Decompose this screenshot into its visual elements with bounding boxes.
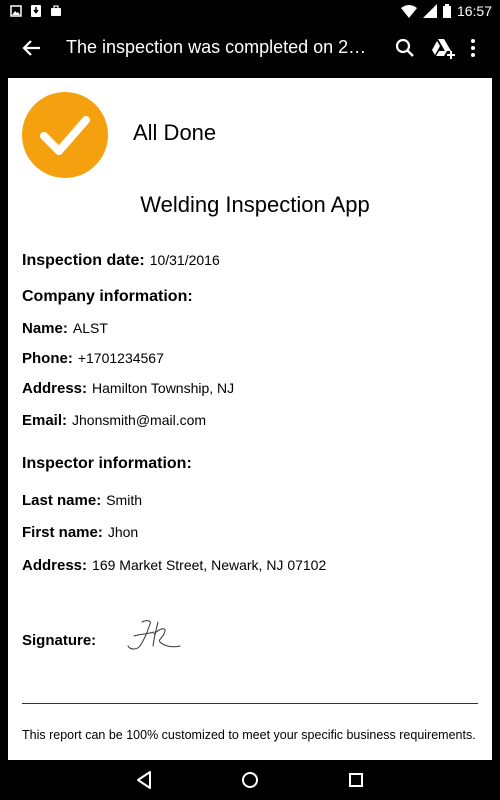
image-icon — [10, 5, 22, 17]
home-circle-icon[interactable] — [238, 768, 262, 792]
company-email-value: Jhonsmith@mail.com — [72, 412, 207, 428]
inspector-last-name-value: Smith — [106, 492, 142, 508]
inspector-heading: Inspector information: — [22, 455, 192, 472]
inspector-first-name-row: First name: Jhon — [22, 524, 138, 541]
completion-status: All Done — [133, 120, 217, 145]
divider — [22, 703, 478, 704]
drive-add-icon[interactable] — [430, 36, 456, 60]
footer-note: This report can be 100% customized to me… — [22, 728, 476, 742]
back-triangle-icon[interactable] — [132, 768, 156, 792]
status-bar: 16:57 — [0, 0, 500, 24]
recents-square-icon[interactable] — [344, 768, 368, 792]
inspector-address-row: Address: 169 Market Street, Newark, NJ 07… — [22, 557, 326, 574]
inspector-first-name-value: Jhon — [107, 524, 139, 540]
company-name-row: Name: ALST — [22, 320, 108, 337]
company-phone-row: Phone: +1701234567 — [22, 350, 164, 367]
back-arrow-icon[interactable] — [20, 36, 44, 60]
company-name-value: ALST — [72, 320, 108, 336]
report-title: Welding Inspection App — [140, 192, 370, 217]
download-icon — [31, 5, 41, 17]
search-icon[interactable] — [393, 36, 417, 60]
company-email-row: Email: Jhonsmith@mail.com — [22, 412, 206, 429]
company-address-row: Address: Hamilton Township, NJ — [22, 380, 234, 397]
company-phone-label: Phone: — [22, 350, 73, 367]
company-address-label: Address: — [22, 380, 88, 397]
inspection-date-value: 10/31/2016 — [149, 252, 220, 268]
app-bar: The inspection was completed on 2016... — [0, 24, 500, 72]
company-address-value: Hamilton Township, NJ — [92, 380, 235, 396]
more-vert-icon[interactable] — [466, 36, 480, 60]
cellular-icon — [422, 4, 437, 18]
signature-image — [127, 620, 181, 650]
inspector-first-name-label: First name: — [22, 524, 103, 541]
company-heading: Company information: — [22, 288, 193, 305]
inspection-date-row: Inspection date: 10/31/2016 — [22, 252, 220, 270]
navigation-bar — [0, 760, 500, 800]
company-name-label: Name: — [22, 320, 68, 337]
briefcase-icon — [51, 5, 61, 16]
app-title: The inspection was completed on 2016... — [66, 37, 376, 57]
inspection-report-page: All Done Welding Inspection App Inspecti… — [8, 78, 492, 760]
battery-icon — [442, 4, 451, 18]
inspector-last-name-row: Last name: Smith — [22, 492, 142, 509]
status-time: 16:57 — [456, 3, 492, 19]
signature-label: Signature: — [22, 632, 97, 649]
company-email-label: Email: — [22, 412, 68, 429]
inspection-date-label: Inspection date: — [22, 252, 145, 269]
company-phone-value: +1701234567 — [77, 350, 164, 366]
inspector-address-value: 169 Market Street, Newark, NJ 07102 — [92, 557, 327, 573]
inspector-address-label: Address: — [22, 557, 88, 574]
checkmark-icon — [22, 92, 108, 178]
wifi-icon — [400, 5, 417, 18]
inspector-last-name-label: Last name: — [22, 492, 102, 509]
